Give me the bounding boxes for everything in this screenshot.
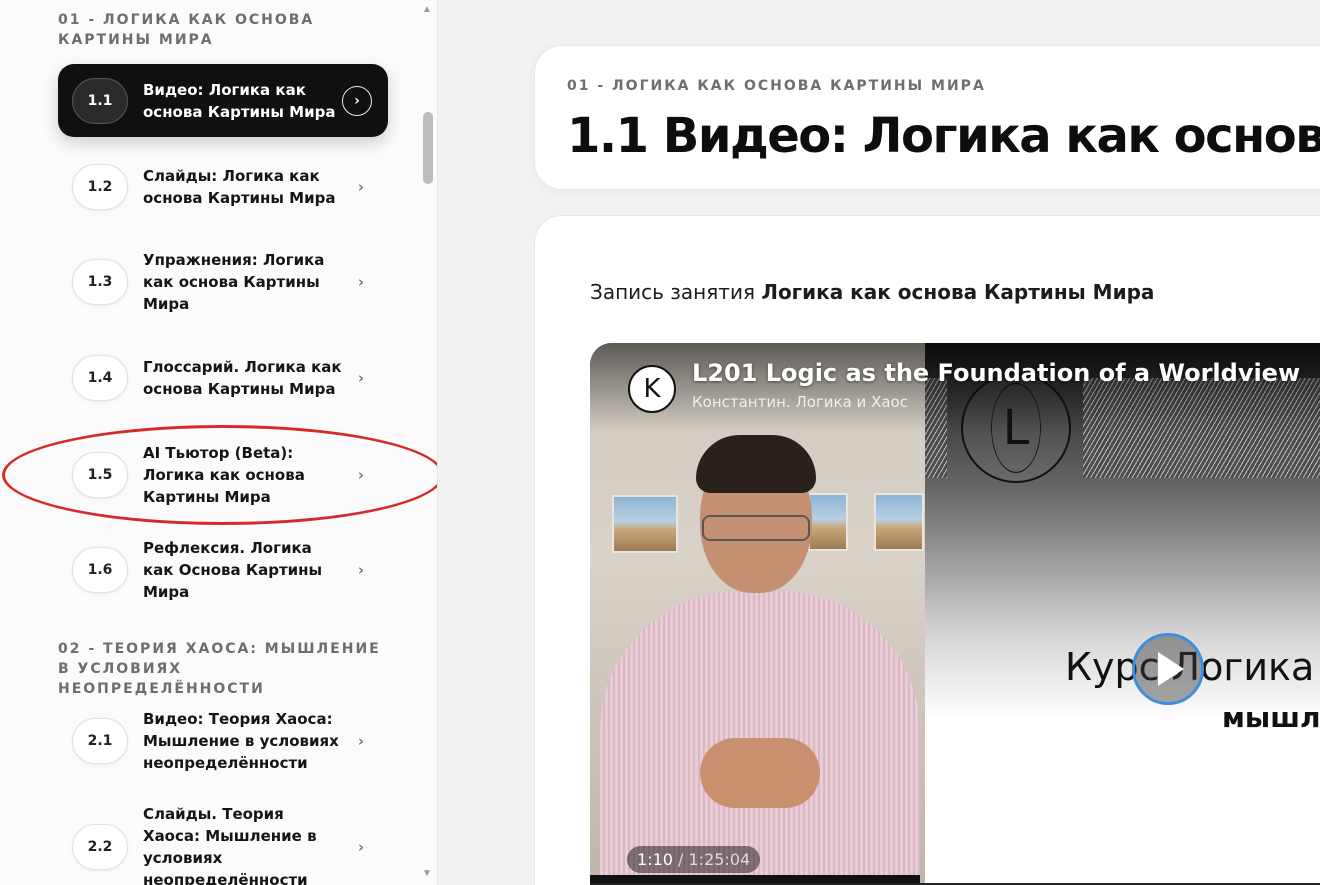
lesson-header-card: 01 - Логика как основа картины мира 1.1 … [534, 45, 1320, 190]
intro-prefix: Запись занятия [590, 280, 762, 304]
lesson-item-1-2[interactable]: 1.2 Слайды: Логика как основа Картины Ми… [58, 150, 388, 223]
current-time: 1:10 [637, 850, 673, 869]
lesson-label: Слайды: Логика как основа Картины Мира [143, 166, 336, 207]
scroll-down-arrow-icon[interactable]: ▼ [422, 868, 432, 879]
course-sidebar: 01 - Логика как основа картины мира 1.1 … [0, 0, 438, 885]
lesson-item-1-3[interactable]: 1.3 Упражнения: Логика как основа Картин… [58, 245, 388, 318]
wall-picture [612, 495, 678, 553]
lesson-number: 1.3 [72, 258, 128, 305]
wall-picture [808, 493, 848, 551]
video-top-overlay [590, 343, 1320, 433]
lesson-label: Видео: Логика как основа Картины Мира [143, 80, 336, 121]
page-title: 1.1 Видео: Логика как основа Картины Мир… [567, 108, 1320, 164]
video-channel-name[interactable]: Константин. Логика и Хаос [692, 393, 908, 411]
lesson-label: Слайды. Теория Хаоса: Мышление в условия… [143, 804, 317, 885]
chevron-right-icon: › [357, 272, 365, 291]
scrollbar-thumb[interactable] [423, 112, 433, 184]
lesson-number: 2.1 [72, 717, 128, 764]
scroll-up-arrow-icon[interactable]: ▲ [422, 4, 432, 15]
lesson-number: 1.5 [72, 451, 128, 498]
lesson-item-1-4[interactable]: 1.4 Глоссарий. Логика как основа Картины… [58, 341, 388, 414]
lesson-item-1-5[interactable]: 1.5 AI Тьютор (Beta): Логика как основа … [58, 438, 388, 511]
video-title[interactable]: L201 Logic as the Foundation of a Worldv… [692, 359, 1300, 387]
module-title-02: 02 - Теория хаоса: мышление в условиях н… [58, 641, 381, 697]
time-separator: / [672, 850, 689, 869]
channel-avatar[interactable]: K [628, 365, 676, 413]
lesson-body-card: Запись занятия Логика как основа Картины… [534, 215, 1320, 885]
video-progress-bar[interactable] [590, 875, 920, 883]
lesson-item-1-6[interactable]: 1.6 Рефлексия. Логика как Основа Картины… [58, 533, 388, 606]
breadcrumb: 01 - Логика как основа картины мира [567, 78, 986, 94]
lesson-number: 1.6 [72, 546, 128, 593]
lesson-number: 1.2 [72, 163, 128, 210]
intro-lesson-name: Логика как основа Картины Мира [761, 280, 1155, 304]
lesson-number: 1.4 [72, 354, 128, 401]
lesson-label: Видео: Теория Хаоса: Мышление в условиях… [143, 709, 339, 772]
lesson-number: 2.2 [72, 823, 128, 870]
lesson-number: 1.1 [72, 77, 128, 124]
module-title-01: 01 - Логика как основа картины мира [58, 12, 315, 48]
lesson-item-2-1[interactable]: 2.1 Видео: Теория Хаоса: Мышление в усло… [58, 704, 388, 777]
lesson-item-1-1[interactable]: 1.1 Видео: Логика как основа Картины Мир… [58, 64, 388, 137]
chevron-right-icon: › [357, 731, 365, 750]
lesson-label: Рефлексия. Логика как Основа Картины Мир… [143, 538, 323, 601]
wall-picture [874, 493, 924, 551]
chevron-right-icon: › [357, 560, 365, 579]
chevron-right-icon: › [357, 368, 365, 387]
slide-text-line2: мышл [1222, 701, 1320, 734]
speaker-hands [700, 738, 820, 808]
speaker-hair [696, 435, 816, 493]
lesson-content: 01 - Логика как основа картины мира 1.1 … [438, 0, 1320, 885]
speaker-shirt [600, 591, 920, 883]
chevron-right-icon: › [357, 465, 365, 484]
chevron-right-icon: › [357, 837, 365, 856]
chevron-right-icon: › [357, 177, 365, 196]
lesson-label: Глоссарий. Логика как основа Картины Мир… [143, 357, 342, 398]
video-time-display: 1:10 / 1:25:04 [627, 846, 761, 873]
speaker-glasses [702, 515, 810, 541]
video-duration: 1:25:04 [688, 850, 751, 869]
video-player[interactable]: L Курс Логика мышл K L201 Logic as the F… [590, 343, 1320, 885]
lesson-item-2-2[interactable]: 2.2 Слайды. Теория Хаоса: Мышление в усл… [58, 805, 388, 885]
lesson-label: Упражнения: Логика как основа Картины Ми… [143, 250, 325, 313]
sidebar-scrollbar[interactable]: ▲ ▼ [418, 0, 437, 885]
play-button[interactable] [1132, 633, 1204, 705]
chevron-right-icon: › [342, 85, 372, 116]
lesson-label: AI Тьютор (Beta): Логика как основа Карт… [143, 443, 305, 506]
lesson-intro-text: Запись занятия Логика как основа Картины… [590, 280, 1154, 304]
